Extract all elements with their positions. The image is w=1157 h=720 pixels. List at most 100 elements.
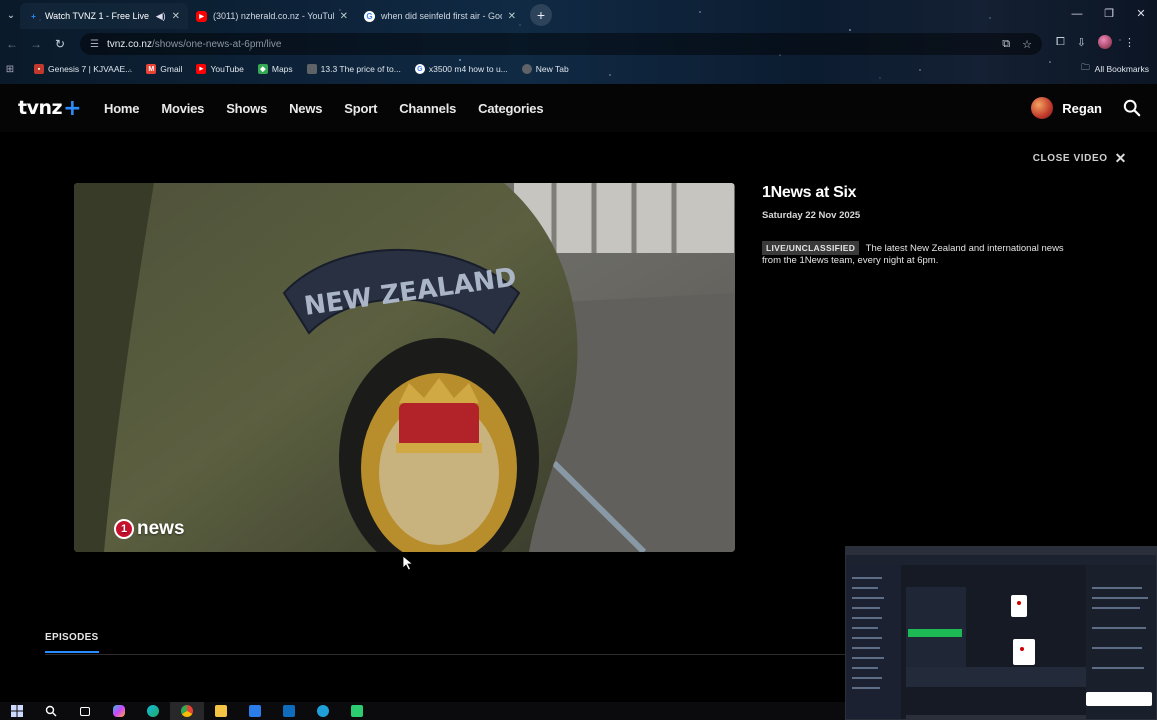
youtube-icon: ▶ xyxy=(196,64,207,74)
terminal-icon[interactable] xyxy=(340,702,374,720)
tab-google[interactable]: G when did seinfeld first air - Goo ✕ xyxy=(356,3,524,29)
thumbnail-content xyxy=(846,547,1156,719)
bookmark-item[interactable]: ▪ Genesis 7 | KJVAAE... xyxy=(34,64,132,74)
page-icon xyxy=(306,64,317,74)
google-icon: G xyxy=(414,64,425,74)
logo-text: tvnz xyxy=(18,97,63,119)
forward-icon[interactable]: → xyxy=(24,37,48,51)
app-icon[interactable] xyxy=(306,702,340,720)
windows-start-icon[interactable] xyxy=(0,702,34,720)
bookmark-item[interactable]: M Gmail xyxy=(146,64,182,74)
video-player[interactable]: NEW ZEALAND 1 news xyxy=(74,183,735,552)
bookmark-label: x3500 m4 how to u... xyxy=(428,64,508,74)
bookmark-item[interactable]: 13.3 The price of to... xyxy=(306,64,401,74)
chrome-icon[interactable] xyxy=(170,702,204,720)
rating-badge: LIVE/UNCLASSIFIED xyxy=(762,241,860,255)
1news-logo: 1 news xyxy=(114,518,185,540)
bug-number: 1 xyxy=(114,519,134,539)
screen-share-thumbnail[interactable] xyxy=(845,546,1157,720)
video-frame: NEW ZEALAND xyxy=(74,183,735,552)
url-bar[interactable]: ☰ tvnz.co.nz/shows/one-news-at-6pm/live … xyxy=(80,33,1042,55)
apps-grid-icon[interactable]: ⊞ xyxy=(0,64,20,75)
google-icon: G xyxy=(364,10,375,22)
bookmark-label: 13.3 The price of to... xyxy=(320,64,401,74)
install-app-icon[interactable]: ⧉ xyxy=(1002,38,1010,51)
nav-sport[interactable]: Sport xyxy=(344,101,377,116)
extension-area: ⧠ ⇩ ⋮ xyxy=(1056,35,1135,49)
bookmark-item[interactable]: ◆ Maps xyxy=(257,64,293,74)
tab-title: (3011) nzherald.co.nz - YouTub xyxy=(213,11,334,21)
nav-news[interactable]: News xyxy=(289,101,322,116)
close-video-button[interactable]: CLOSE VIDEO ✕ xyxy=(1033,150,1127,167)
close-icon: ✕ xyxy=(1114,150,1127,166)
url-host: tvnz.co.nz xyxy=(106,38,152,50)
bookmark-item[interactable]: New Tab xyxy=(521,64,569,74)
tab-title: Watch TVNZ 1 - Free Live T xyxy=(45,11,150,21)
show-title: 1News at Six xyxy=(762,184,857,201)
show-info: 1News at Six Saturday 22 Nov 2025 LIVE/U… xyxy=(762,184,1072,267)
all-bookmarks-label: All Bookmarks xyxy=(1094,64,1149,74)
minimize-icon[interactable]: — xyxy=(1061,0,1093,28)
bookmark-label: Genesis 7 | KJVAAE... xyxy=(48,64,133,74)
store-icon[interactable] xyxy=(238,702,272,720)
bookmark-item[interactable]: ▶ YouTube xyxy=(196,64,244,74)
divider xyxy=(45,654,845,655)
tab-tvnz[interactable]: + Watch TVNZ 1 - Free Live T ◀) ✕ xyxy=(20,3,188,29)
address-bar-row: ← → ↻ ☰ tvnz.co.nz/shows/one-news-at-6pm… xyxy=(0,31,1157,57)
nav-categories[interactable]: Categories xyxy=(478,101,543,116)
nav-channels[interactable]: Channels xyxy=(399,101,456,116)
tab-title: when did seinfeld first air - Goo xyxy=(381,11,502,21)
restore-icon[interactable]: ❐ xyxy=(1093,0,1125,28)
tab-episodes[interactable]: EPISODES xyxy=(45,632,99,643)
maps-icon: ◆ xyxy=(257,64,268,74)
reload-icon[interactable]: ↻ xyxy=(48,37,72,51)
show-description-block: LIVE/UNCLASSIFIED The latest New Zealand… xyxy=(762,241,1072,267)
bookmark-label: YouTube xyxy=(210,64,244,74)
tab-active-indicator xyxy=(45,651,99,653)
tvnz-plus-icon: + xyxy=(31,11,36,21)
bookmark-label: New Tab xyxy=(535,64,569,74)
task-view-icon[interactable] xyxy=(68,702,102,720)
outlook-icon[interactable] xyxy=(272,702,306,720)
bookmark-red-icon: ▪ xyxy=(34,64,44,74)
bookmark-label: Maps xyxy=(271,64,293,74)
nav-shows[interactable]: Shows xyxy=(226,101,267,116)
search-icon[interactable] xyxy=(34,702,68,720)
user-menu[interactable]: Regan xyxy=(1031,97,1102,119)
tvnz-logo[interactable]: tvnz + xyxy=(18,96,81,121)
bug-text: news xyxy=(137,518,185,539)
tab-youtube[interactable]: ▶ (3011) nzherald.co.nz - YouTub ✕ xyxy=(188,3,356,29)
close-tab-icon[interactable]: ✕ xyxy=(172,11,180,22)
audio-playing-icon[interactable]: ◀) xyxy=(156,11,166,22)
copilot-icon[interactable] xyxy=(102,702,136,720)
browser-chrome: ⌄ + Watch TVNZ 1 - Free Live T ◀) ✕ ▶ (3… xyxy=(0,0,1157,84)
show-date: Saturday 22 Nov 2025 xyxy=(762,210,861,221)
bookmark-item[interactable]: Gx3500 m4 how to u... xyxy=(414,64,508,74)
close-tab-icon[interactable]: ✕ xyxy=(340,11,348,22)
menu-icon[interactable]: ⋮ xyxy=(1124,36,1135,49)
window-controls: — ❐ ✕ xyxy=(1061,0,1157,28)
edge-icon[interactable] xyxy=(136,702,170,720)
file-explorer-icon[interactable] xyxy=(204,702,238,720)
windows-taskbar xyxy=(0,702,845,720)
user-avatar xyxy=(1031,97,1054,119)
extensions-icon[interactable]: ⧠ xyxy=(1056,36,1065,49)
close-tab-icon[interactable]: ✕ xyxy=(508,11,516,22)
profile-avatar[interactable] xyxy=(1098,35,1112,49)
search-icon[interactable] xyxy=(1123,99,1141,117)
user-name: Regan xyxy=(1062,100,1102,116)
new-tab-button[interactable]: + xyxy=(530,4,552,26)
back-icon[interactable]: ← xyxy=(0,37,24,51)
bookmarks-bar: ⊞ ▪ Genesis 7 | KJVAAE... M Gmail ▶ YouTube… xyxy=(0,59,1157,79)
nav-movies[interactable]: Movies xyxy=(161,101,204,116)
downloads-icon[interactable]: ⇩ xyxy=(1077,36,1086,49)
tab-strip: ⌄ + Watch TVNZ 1 - Free Live T ◀) ✕ ▶ (3… xyxy=(0,0,1157,30)
bookmark-star-icon[interactable]: ☆ xyxy=(1022,38,1032,51)
all-bookmarks-button[interactable]: 🗀 All Bookmarks xyxy=(1081,62,1149,76)
tab-search-icon[interactable]: ⌄ xyxy=(2,10,20,21)
nav-home[interactable]: Home xyxy=(104,101,140,116)
close-video-label: CLOSE VIDEO xyxy=(1032,153,1108,164)
site-info-icon[interactable]: ☰ xyxy=(90,39,99,50)
mouse-cursor-icon xyxy=(402,555,414,571)
close-window-icon[interactable]: ✕ xyxy=(1125,0,1157,28)
